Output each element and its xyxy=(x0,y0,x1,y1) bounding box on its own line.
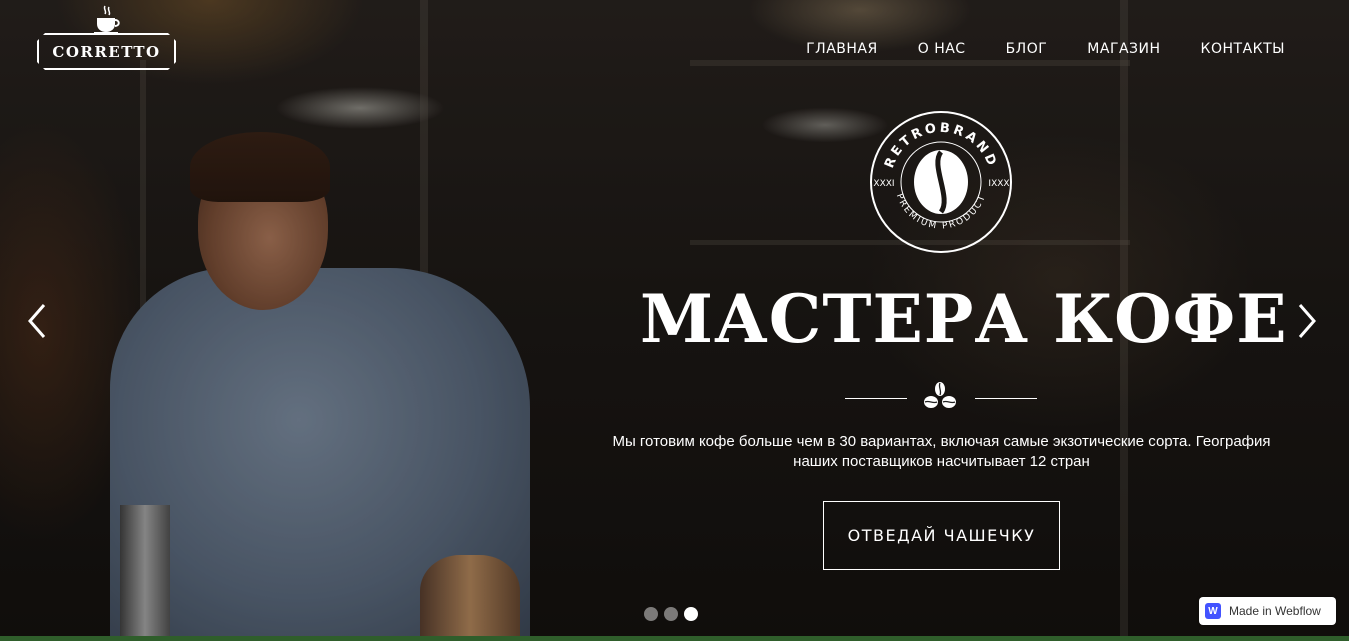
retrobrand-badge: RETROBRAND PREMIUM PRODUCT XXXI IXXX xyxy=(870,111,1012,253)
cta-button[interactable]: ОТВЕДАЙ ЧАШЕЧКУ xyxy=(823,501,1060,570)
slider-dots xyxy=(644,607,698,621)
hero-title: МАСТЕРА КОФЕ xyxy=(640,280,1288,358)
badge-right-text: IXXX xyxy=(988,179,1009,189)
bottom-bar xyxy=(0,636,1349,641)
nav-link-about[interactable]: О НАС xyxy=(918,41,966,57)
slider-dot[interactable] xyxy=(664,607,678,621)
webflow-icon: W xyxy=(1205,603,1221,619)
site-logo[interactable]: CORRETTO xyxy=(37,33,176,70)
chevron-right-icon[interactable] xyxy=(1292,301,1322,341)
divider-left xyxy=(845,398,907,399)
hero-subtitle: Мы готовим кофе больше чем в 30 варианта… xyxy=(612,433,1271,470)
nav-link-contacts[interactable]: КОНТАКТЫ xyxy=(1201,41,1285,57)
main-nav: ГЛАВНАЯ О НАС БЛОГ МАГАЗИН КОНТАКТЫ xyxy=(766,41,1285,57)
badge-left-text: XXXI xyxy=(873,179,894,189)
chevron-left-icon[interactable] xyxy=(22,301,52,341)
slider-dot[interactable] xyxy=(644,607,658,621)
coffee-beans-icon xyxy=(924,382,956,408)
nav-link-blog[interactable]: БЛОГ xyxy=(1006,41,1048,57)
logo-text: CORRETTO xyxy=(52,42,161,61)
nav-link-home[interactable]: ГЛАВНАЯ xyxy=(806,41,878,57)
divider-right xyxy=(975,398,1037,399)
made-in-webflow-badge[interactable]: W Made in Webflow xyxy=(1199,597,1336,625)
webflow-label: Made in Webflow xyxy=(1229,604,1321,618)
slider-dot-active[interactable] xyxy=(684,607,698,621)
nav-link-shop[interactable]: МАГАЗИН xyxy=(1087,41,1160,57)
coffee-cup-icon xyxy=(94,5,120,34)
